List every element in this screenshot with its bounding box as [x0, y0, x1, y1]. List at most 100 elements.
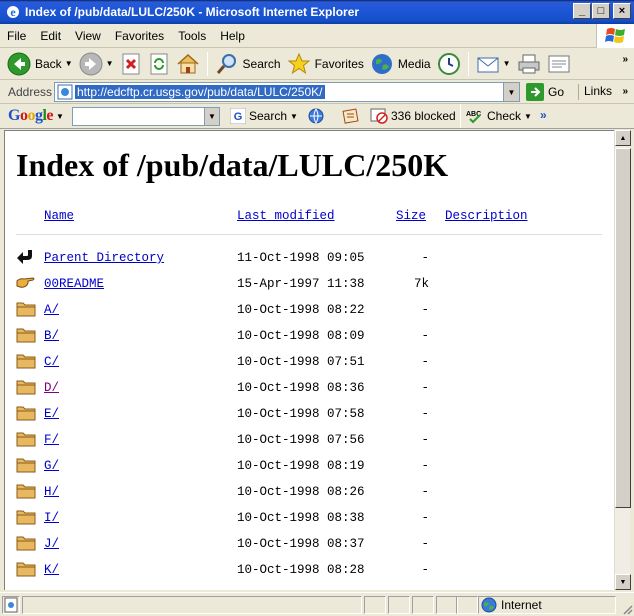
column-header-size[interactable]: Size — [396, 209, 426, 225]
menu-file[interactable]: File — [0, 29, 33, 43]
back-button[interactable]: Back ▼ — [4, 50, 76, 78]
history-button[interactable] — [434, 50, 464, 78]
file-link[interactable]: 00README — [44, 277, 104, 291]
table-row: D/10-Oct-1998 08:36 - — [5, 377, 614, 403]
address-bar: Address http://edcftp.cr.usgs.gov/pub/da… — [0, 80, 634, 104]
status-pane — [412, 596, 434, 614]
media-icon — [371, 53, 392, 74]
print-button[interactable] — [514, 50, 544, 78]
check-label: Check — [487, 109, 522, 123]
column-header-description[interactable]: Description — [445, 209, 528, 225]
chevron-down-icon[interactable]: ▼ — [204, 108, 219, 125]
table-row: E/10-Oct-1998 07:58 - — [5, 403, 614, 429]
mail-button[interactable]: ▼ — [473, 50, 514, 78]
spell-check-button[interactable]: ABC Check ▼ — [466, 108, 532, 124]
links-button[interactable]: Links — [578, 84, 612, 100]
file-link[interactable]: G/ — [44, 459, 59, 473]
file-link[interactable]: J/ — [44, 537, 59, 551]
folder-icon — [16, 455, 36, 475]
maximize-button[interactable]: □ — [592, 3, 610, 19]
vertical-scrollbar[interactable]: ▲ ▼ — [614, 130, 631, 590]
media-label: Media — [397, 56, 431, 71]
status-text-pane — [22, 596, 362, 614]
edit-button[interactable] — [544, 50, 574, 78]
favorites-label: Favorites — [314, 56, 364, 71]
file-link[interactable]: B/ — [44, 329, 59, 343]
media-button[interactable]: Media — [367, 50, 434, 78]
column-header-name[interactable]: Name — [44, 209, 74, 225]
go-button[interactable]: Go — [526, 83, 564, 101]
stop-button[interactable] — [117, 50, 145, 78]
file-link[interactable]: C/ — [44, 355, 59, 369]
last-modified: 10-Oct-1998 08:38 — [237, 511, 365, 525]
back-arrow-icon — [16, 247, 36, 267]
minimize-button[interactable]: _ — [573, 3, 591, 19]
chevron-down-icon[interactable]: ▼ — [524, 112, 532, 121]
close-button[interactable]: × — [613, 3, 631, 19]
internet-explorer-icon: e — [7, 5, 19, 19]
refresh-button[interactable] — [145, 50, 173, 78]
status-pane — [456, 596, 478, 614]
file-link[interactable]: A/ — [44, 303, 59, 317]
chevron-down-icon[interactable]: ▼ — [290, 112, 298, 121]
toolbar-overflow-chevron[interactable]: » — [622, 54, 628, 65]
security-zone[interactable]: Internet — [478, 596, 616, 614]
page-info-button[interactable] — [308, 108, 324, 124]
menu-view[interactable]: View — [68, 29, 108, 43]
address-url[interactable]: http://edcftp.cr.usgs.gov/pub/data/LULC/… — [75, 85, 325, 99]
chevron-down-icon[interactable]: ▼ — [106, 59, 114, 68]
file-size: - — [421, 381, 429, 395]
scroll-thumb[interactable] — [615, 148, 631, 508]
file-link[interactable]: F/ — [44, 433, 59, 447]
svg-text:e: e — [10, 5, 16, 19]
links-chevron[interactable]: » — [622, 86, 628, 97]
file-size: - — [421, 433, 429, 447]
file-size: - — [421, 251, 429, 265]
chevron-down-icon[interactable]: ▼ — [56, 112, 64, 121]
title-bar[interactable]: e Index of /pub/data/LULC/250K - Microso… — [0, 0, 634, 24]
file-link[interactable]: E/ — [44, 407, 59, 421]
last-modified: 10-Oct-1998 07:58 — [237, 407, 365, 421]
folder-icon — [16, 351, 36, 371]
google-logo[interactable]: Google — [8, 107, 53, 125]
file-size: - — [421, 459, 429, 473]
file-link[interactable]: I/ — [44, 511, 59, 525]
windows-flag-icon — [596, 24, 634, 48]
google-search-button[interactable]: G Search ▼ — [230, 108, 298, 124]
last-modified: 10-Oct-1998 08:09 — [237, 329, 365, 343]
google-bar-chevron[interactable]: » — [540, 108, 547, 122]
search-button[interactable]: Search — [212, 50, 284, 78]
last-modified: 10-Oct-1998 07:51 — [237, 355, 365, 369]
resize-grip-icon[interactable] — [621, 603, 633, 615]
table-row: 00README 15-Apr-1997 11:38 7k — [5, 273, 614, 299]
google-search-input[interactable]: ▼ — [72, 107, 220, 126]
scroll-down-icon[interactable]: ▼ — [615, 574, 631, 590]
table-row: G/10-Oct-1998 08:19 - — [5, 455, 614, 481]
forward-button[interactable]: ▼ — [76, 50, 117, 78]
chevron-down-icon[interactable]: ▼ — [503, 59, 511, 68]
news-button[interactable] — [342, 108, 360, 124]
address-input[interactable]: http://edcftp.cr.usgs.gov/pub/data/LULC/… — [54, 82, 520, 102]
file-link[interactable]: H/ — [44, 485, 59, 499]
back-label: Back — [35, 56, 62, 71]
last-modified: 10-Oct-1998 08:22 — [237, 303, 365, 317]
popup-blocker-button[interactable]: 336 blocked — [370, 108, 456, 124]
address-dropdown-icon[interactable]: ▼ — [503, 83, 519, 101]
column-header-last-modified[interactable]: Last modified — [237, 209, 335, 225]
globe-icon — [308, 108, 324, 124]
favorites-star-icon — [287, 52, 310, 74]
file-link[interactable]: Parent Directory — [44, 251, 164, 265]
printer-icon — [518, 54, 540, 73]
file-link[interactable]: D/ — [44, 381, 59, 395]
chevron-down-icon[interactable]: ▼ — [65, 59, 73, 68]
file-link[interactable]: K/ — [44, 563, 59, 577]
menu-edit[interactable]: Edit — [33, 29, 68, 43]
menu-help[interactable]: Help — [213, 29, 252, 43]
scroll-up-icon[interactable]: ▲ — [615, 130, 631, 146]
table-row: B/10-Oct-1998 08:09 - — [5, 325, 614, 351]
window-title: Index of /pub/data/LULC/250K - Microsoft… — [25, 5, 360, 19]
home-button[interactable] — [173, 50, 203, 78]
menu-tools[interactable]: Tools — [171, 29, 213, 43]
menu-favorites[interactable]: Favorites — [108, 29, 171, 43]
favorites-button[interactable]: Favorites — [284, 50, 367, 78]
